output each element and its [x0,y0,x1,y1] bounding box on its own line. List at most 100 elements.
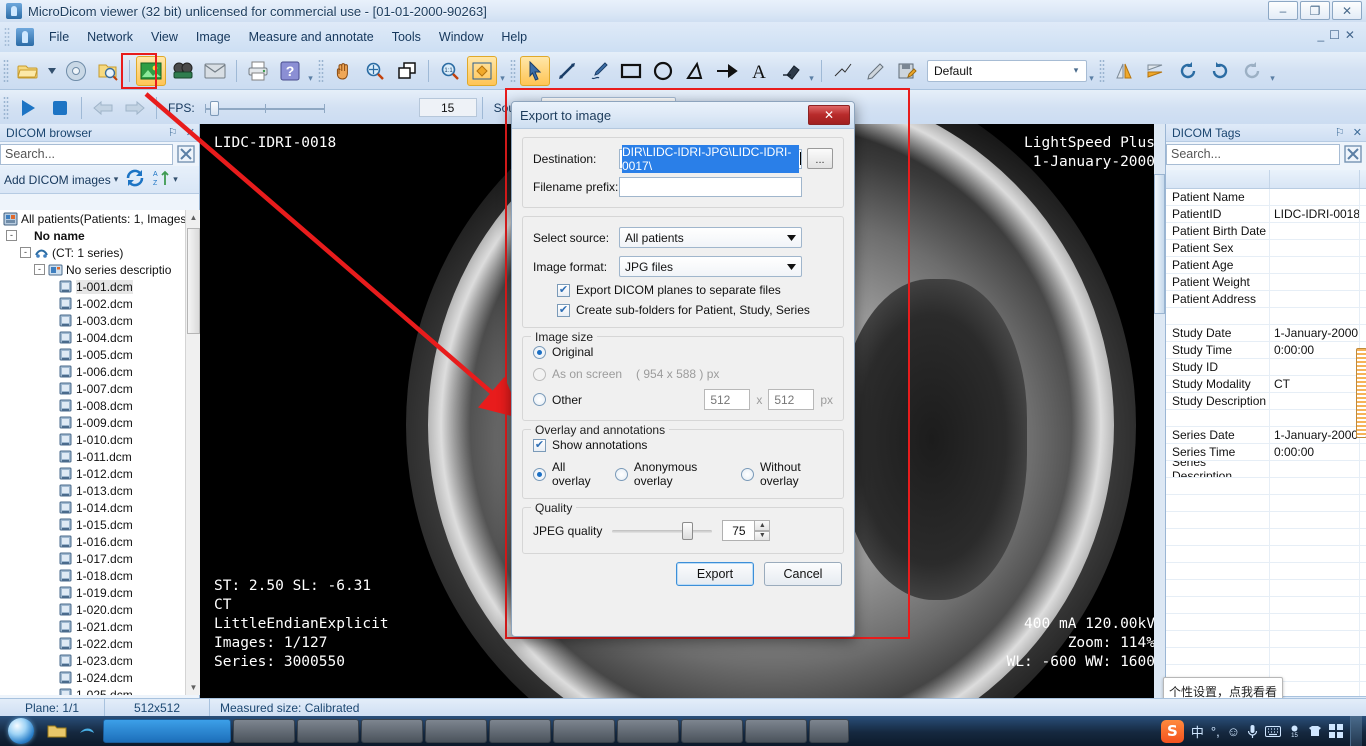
tree-node-file[interactable]: 1-003.dcm [0,312,200,329]
open-folder-icon[interactable] [13,56,43,86]
menu-item-measure[interactable]: Measure and annotate [240,26,383,48]
viewport-scroll-thumb[interactable] [1154,174,1165,314]
tag-column-value[interactable] [1270,170,1360,188]
table-row[interactable] [1166,410,1366,427]
measure-line-icon[interactable] [552,56,582,86]
sogou-ime-icon[interactable]: S [1160,719,1184,743]
expander-icon[interactable]: - [20,247,31,258]
table-row[interactable] [1166,631,1366,648]
export-image-icon[interactable] [136,55,166,86]
print-icon[interactable] [243,56,273,86]
ime-mode-icon[interactable]: 中 [1191,722,1204,741]
menu-item-image[interactable]: Image [187,26,240,48]
freehand-icon[interactable] [584,56,614,86]
taskbar-item-4[interactable] [425,719,487,743]
playbar-grip[interactable] [3,95,9,120]
toolbar-grip-2[interactable] [318,58,324,83]
select-arrow-icon[interactable] [520,55,550,86]
table-row[interactable]: Patient Sex [1166,240,1366,257]
viewport-scrollbar[interactable] [1154,124,1165,716]
tree-node-file[interactable]: 1-012.dcm [0,465,200,482]
destination-input[interactable]: DIR\LIDC-IDRI-JPG\LIDC-IDRI-0017\ [619,144,802,173]
zoom-icon[interactable] [360,56,390,86]
ime-keyboard-icon[interactable] [1265,725,1281,737]
quick-launch-browser-icon[interactable] [74,719,100,743]
dicom-tags-table[interactable]: Patient Name PatientID LIDC-IDRI-0018 Patie… [1166,170,1366,746]
table-row[interactable]: Study Description [1166,393,1366,410]
toolbar-grip-5[interactable] [1099,58,1105,83]
menu-item-tools[interactable]: Tools [383,26,430,48]
taskbar-item-active[interactable] [103,719,231,743]
size-original-row[interactable]: Original [533,345,833,359]
stop-button[interactable] [45,93,75,123]
open-dropdown-icon[interactable] [45,56,59,86]
send-email-icon[interactable] [200,56,230,86]
close-icon[interactable]: ✕ [1353,126,1362,139]
table-row[interactable]: Patient Birth Date [1166,223,1366,240]
browse-button[interactable]: ... [807,148,833,169]
table-row[interactable] [1166,529,1366,546]
filename-prefix-input[interactable] [619,177,802,197]
ime-skin-icon[interactable] [1308,724,1322,738]
restore-button[interactable]: ❐ [1300,1,1330,20]
tree-node-file[interactable]: 1-024.dcm [0,669,200,686]
taskbar-item-1[interactable] [233,719,295,743]
line-style-icon[interactable] [828,56,858,86]
table-row[interactable]: Study Time 0:00:00 [1166,342,1366,359]
tree-node-file[interactable]: 1-019.dcm [0,584,200,601]
tree-node-file[interactable]: 1-007.dcm [0,380,200,397]
size-original-radio[interactable] [533,345,546,359]
spin-up-icon[interactable]: ▲ [754,520,771,531]
table-row[interactable]: Study Date 1-January-2000 [1166,325,1366,342]
sort-dropdown-icon[interactable]: ▾ [173,174,178,185]
tree-node-file[interactable]: 1-021.dcm [0,618,200,635]
tag-column-extra[interactable] [1360,170,1366,188]
tree-node-file[interactable]: 1-009.dcm [0,414,200,431]
tree-node-file[interactable]: 1-008.dcm [0,397,200,414]
text-icon[interactable]: A [744,56,774,86]
without-overlay-radio[interactable] [740,467,754,481]
tag-column-name[interactable] [1166,170,1270,188]
add-dicom-images-button[interactable]: Add DICOM images [4,173,111,187]
table-row[interactable]: Patient Weight [1166,274,1366,291]
zoom-one-to-one-icon[interactable]: 1:1 [435,56,465,86]
tree-node-file[interactable]: 1-013.dcm [0,482,200,499]
menu-item-help[interactable]: Help [492,26,536,48]
quick-launch-explorer-icon[interactable] [44,719,70,743]
image-format-combo[interactable]: JPG files [619,256,802,277]
jpeg-quality-slider[interactable] [612,521,713,540]
other-height-input[interactable]: 512 [768,389,815,410]
tree-node-file[interactable]: 1-016.dcm [0,533,200,550]
tree-node-file[interactable]: 1-023.dcm [0,652,200,669]
pin-icon[interactable]: ⚐ [1335,126,1345,139]
jpeg-quality-spinner[interactable]: 75 ▲ ▼ [722,520,771,541]
table-row[interactable]: Patient Age [1166,257,1366,274]
dicom-tags-table-header[interactable] [1166,170,1366,189]
tree-node-file[interactable]: 1-025.dcm [0,686,200,695]
size-as-on-screen-row[interactable]: As on screen ( 954 x 588 ) px [533,367,833,381]
tree-node-file[interactable]: 1-020.dcm [0,601,200,618]
tree-node-file[interactable]: 1-017.dcm [0,550,200,567]
ellipse-icon[interactable] [648,56,678,86]
export-dialog-close-button[interactable]: ✕ [808,105,850,125]
window-level-icon[interactable] [392,56,422,86]
expander-icon[interactable]: - [6,230,17,241]
toolbar-grip-3[interactable] [510,58,516,83]
ime-toolbox-icon[interactable] [1329,724,1343,738]
preset-combo[interactable]: Default ▾ [927,59,1087,82]
jpeg-quality-knob[interactable] [682,521,694,540]
table-row[interactable] [1166,580,1366,597]
menu-item-window[interactable]: Window [430,26,492,48]
scroll-up-icon[interactable]: ▲ [186,210,200,225]
clear-search-icon[interactable] [175,144,197,165]
ime-emoji-icon[interactable]: ☺ [1227,724,1240,739]
ime-punct-icon[interactable]: °, [1211,724,1220,739]
reset-rotation-icon[interactable] [1237,56,1267,86]
show-annotations-checkbox[interactable]: ✔ [533,438,546,452]
add-dropdown-icon[interactable]: ▾ [114,174,119,185]
fps-slider-knob[interactable] [209,100,219,116]
tree-node-study[interactable]: - (CT: 1 series) [0,244,200,261]
open-cd-icon[interactable] [61,56,91,86]
dicom-tags-search-input[interactable]: Search... [1166,143,1340,165]
sort-az-icon[interactable]: AZ [152,169,170,190]
